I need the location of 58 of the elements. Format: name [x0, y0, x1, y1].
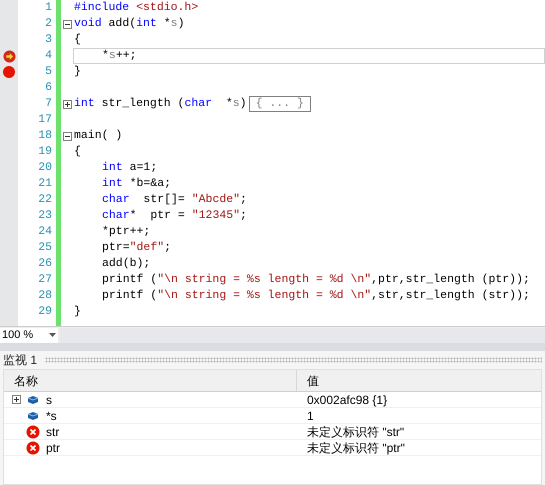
line-number: 19	[38, 144, 52, 160]
watch-value: 未定义标识符 "str"	[306, 424, 404, 440]
caret-icon	[49, 333, 56, 337]
line-number: 18	[38, 128, 52, 144]
glyph-margin[interactable]	[0, 0, 18, 326]
code-line: int str_length (char *s) { ... }	[73, 96, 545, 112]
line-number: 20	[38, 160, 52, 176]
line-number: 6	[45, 80, 52, 96]
column-header[interactable]: 值	[297, 370, 541, 391]
code-line: main( )	[73, 128, 124, 144]
line-number: 28	[38, 288, 52, 304]
code-line: {	[73, 144, 82, 160]
code-line: char str[]= "Abcde";	[101, 192, 248, 208]
watch-value: 0x002afc98 {1}	[306, 392, 388, 408]
code-line: char* ptr = "12345";	[101, 208, 248, 224]
line-number: 26	[38, 256, 52, 272]
collapsed-code-block[interactable]: { ... }	[248, 96, 311, 112]
code-line: int *b=&a;	[101, 176, 172, 192]
watch-name: *s	[46, 408, 57, 424]
line-number: 3	[45, 32, 52, 48]
line-number: 2	[45, 16, 52, 32]
line-number: 27	[38, 272, 52, 288]
code-line: void add(int *s)	[73, 16, 186, 32]
line-number: 4	[45, 48, 52, 64]
watch-name: s	[46, 392, 52, 408]
code-line: {	[73, 32, 82, 48]
breakpoint-icon[interactable]	[3, 66, 15, 78]
expand-icon[interactable]	[12, 395, 21, 404]
code-line: }	[73, 64, 82, 80]
zoom-dropdown[interactable]: 100 %	[0, 328, 58, 342]
line-number: 7	[45, 96, 52, 112]
line-number: 22	[38, 192, 52, 208]
expand-icon[interactable]	[63, 100, 72, 108]
code-line: }	[73, 304, 82, 320]
code-line: printf ("\n string = %s length = %d \n",str,str_length (str));	[101, 288, 531, 304]
column-header[interactable]: 名称	[4, 370, 297, 391]
watch-value: 1	[306, 408, 314, 424]
panel-title: 监视 1	[3, 352, 38, 369]
line-number: 23	[38, 208, 52, 224]
watch-value: 未定义标识符 "ptr"	[306, 440, 405, 456]
line-number: 24	[38, 224, 52, 240]
code-line: int a=1;	[101, 160, 158, 176]
code-line: *ptr++;	[101, 224, 152, 240]
watch-name: ptr	[46, 440, 60, 456]
watch-name: str	[46, 424, 60, 440]
collapse-icon[interactable]	[63, 20, 72, 28]
line-number: 17	[38, 112, 52, 128]
code-line: ptr="def";	[101, 240, 172, 256]
horizontal-scrollbar[interactable]	[60, 328, 545, 342]
line-number: 25	[38, 240, 52, 256]
line-number: 1	[45, 0, 52, 16]
collapse-icon[interactable]	[63, 132, 72, 140]
code-line: printf ("\n string = %s length = %d \n",ptr,str_length (ptr));	[101, 272, 531, 288]
line-number: 29	[38, 304, 52, 320]
code-line: add(b);	[101, 256, 152, 272]
line-number: 21	[38, 176, 52, 192]
line-number: 5	[45, 64, 52, 80]
code-line: #include <stdio.h>	[73, 0, 200, 16]
